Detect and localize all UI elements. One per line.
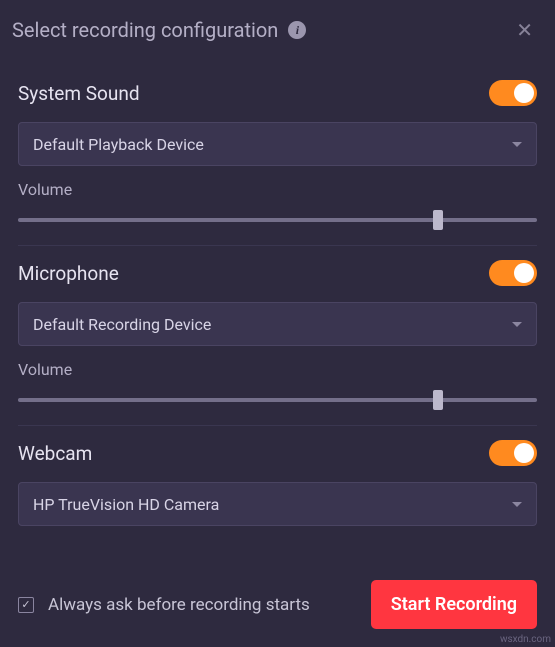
checkmark-icon: ✓ — [21, 599, 30, 610]
dialog-header: Select recording configuration i ✕ — [0, 0, 555, 56]
webcam-device-select[interactable]: HP TrueVision HD Camera — [18, 482, 537, 526]
dialog-content: System Sound Default Playback Device Vol… — [0, 56, 555, 544]
system-sound-volume-slider[interactable] — [18, 213, 537, 227]
webcam-title: Webcam — [18, 442, 92, 465]
microphone-toggle[interactable] — [489, 260, 537, 286]
dialog-footer: ✓ Always ask before recording starts Sta… — [0, 562, 555, 647]
webcam-section: Webcam HP TrueVision HD Camera — [18, 426, 537, 544]
microphone-section: Microphone Default Recording Device Volu… — [18, 246, 537, 425]
microphone-volume-label: Volume — [18, 360, 537, 379]
chevron-down-icon — [512, 502, 522, 507]
always-ask-checkbox[interactable]: ✓ — [18, 597, 34, 613]
slider-thumb[interactable] — [433, 390, 443, 410]
chevron-down-icon — [512, 142, 522, 147]
webcam-toggle[interactable] — [489, 440, 537, 466]
info-icon[interactable]: i — [288, 21, 306, 39]
webcam-device-text: HP TrueVision HD Camera — [33, 495, 219, 514]
watermark-text: wsxdn.com — [500, 634, 551, 645]
slider-thumb[interactable] — [433, 210, 443, 230]
always-ask-label: Always ask before recording starts — [48, 595, 310, 615]
chevron-down-icon — [512, 322, 522, 327]
microphone-device-text: Default Recording Device — [33, 315, 211, 334]
footer-left: ✓ Always ask before recording starts — [18, 595, 310, 615]
system-sound-device-text: Default Playback Device — [33, 135, 204, 154]
header-left: Select recording configuration i — [12, 18, 306, 42]
start-recording-button[interactable]: Start Recording — [371, 580, 537, 629]
microphone-header-row: Microphone — [18, 260, 537, 286]
system-sound-title: System Sound — [18, 82, 140, 105]
microphone-device-select[interactable]: Default Recording Device — [18, 302, 537, 346]
close-icon[interactable]: ✕ — [512, 14, 537, 46]
slider-track — [18, 398, 537, 402]
system-sound-device-select[interactable]: Default Playback Device — [18, 122, 537, 166]
dialog-title: Select recording configuration — [12, 18, 278, 42]
system-sound-header-row: System Sound — [18, 80, 537, 106]
slider-track — [18, 218, 537, 222]
microphone-volume-slider[interactable] — [18, 393, 537, 407]
microphone-title: Microphone — [18, 262, 119, 285]
system-sound-toggle[interactable] — [489, 80, 537, 106]
system-sound-section: System Sound Default Playback Device Vol… — [18, 66, 537, 245]
system-sound-volume-label: Volume — [18, 180, 537, 199]
webcam-header-row: Webcam — [18, 440, 537, 466]
